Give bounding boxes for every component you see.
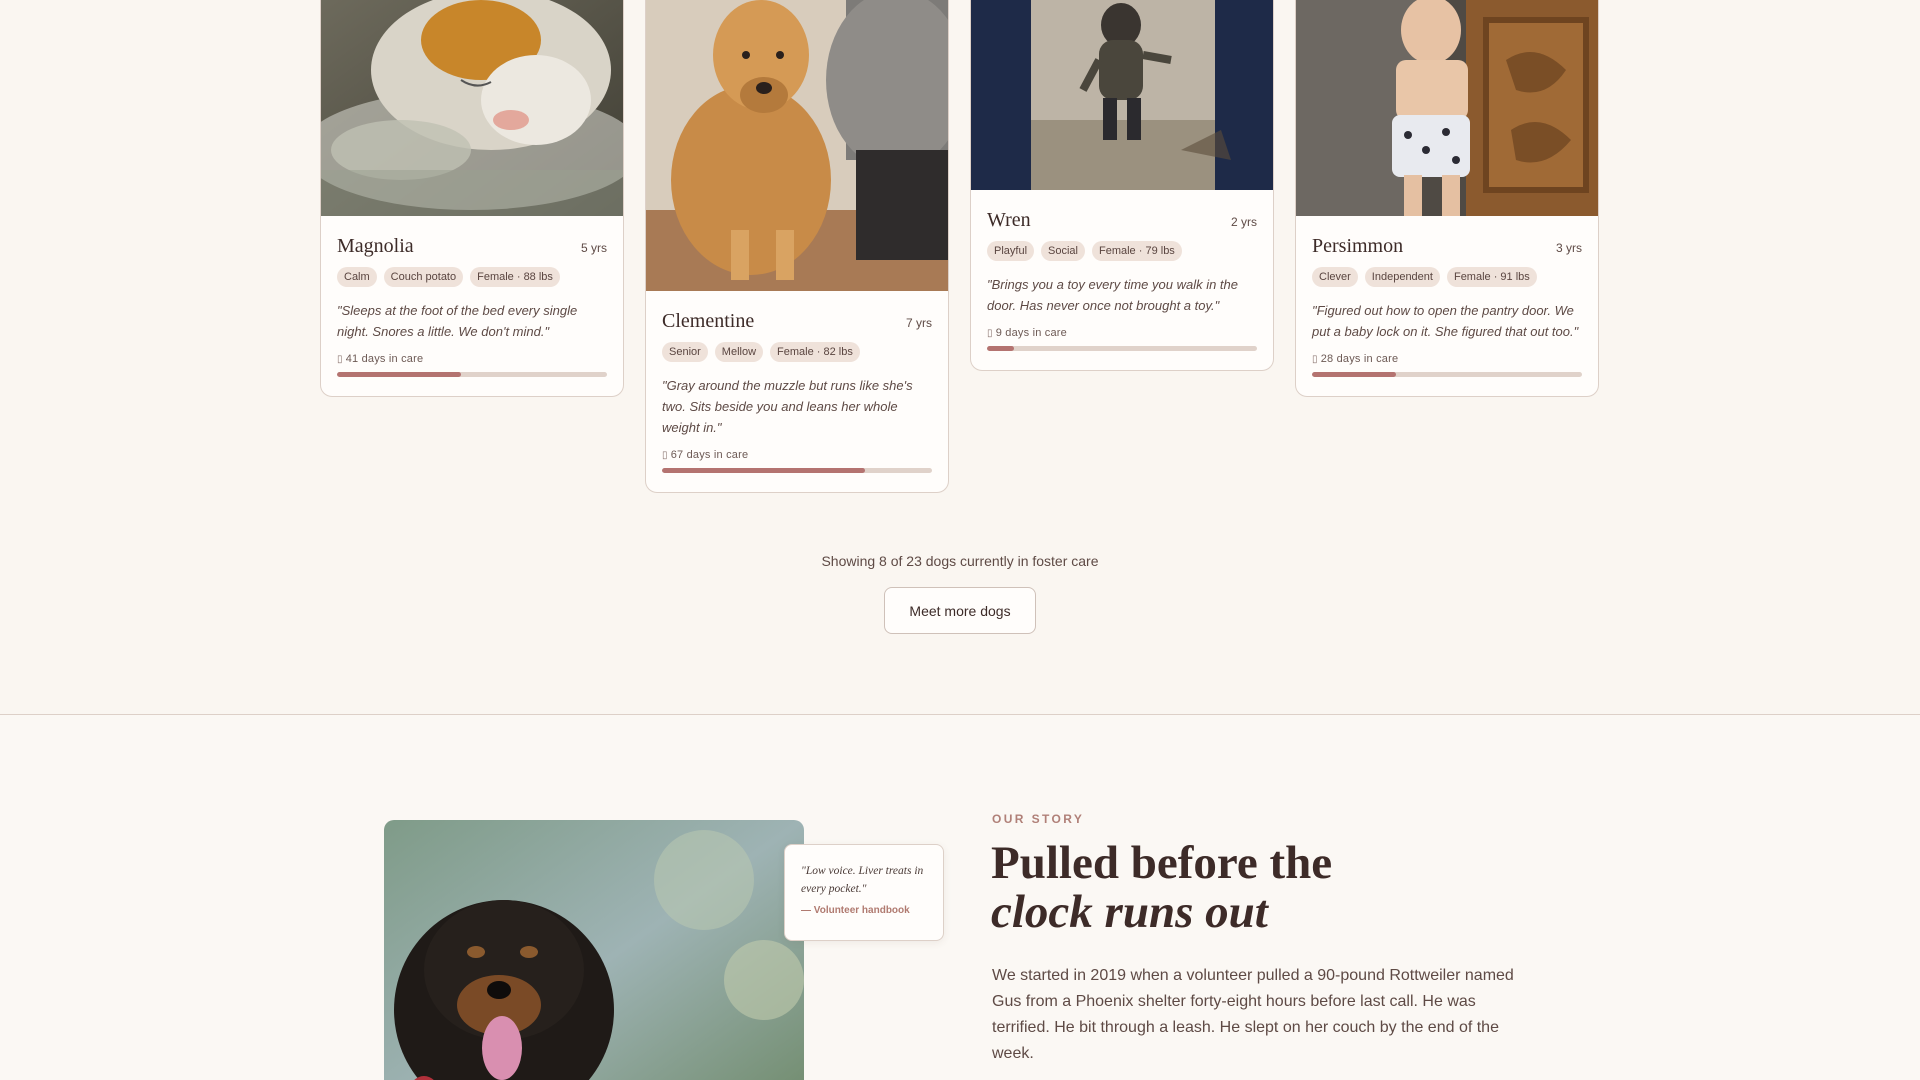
quote-text: "Low voice. Liver treats in every pocket… [801, 865, 924, 895]
dog-name: Clementine [662, 310, 755, 332]
story-title: Pulled before the clock runs out [991, 839, 1591, 937]
care-progress-fill [662, 468, 865, 473]
dog-age: 2 yrs [1230, 215, 1257, 229]
story-body: We started in 2019 when a volunteer pull… [992, 967, 1514, 1062]
care-progress-bar [1312, 372, 1582, 377]
dog-name: Wren [987, 209, 1031, 231]
dog-card-magnolia[interactable]: Magnolia 5 yrs Calm Couch potato Female … [320, 0, 624, 397]
dog-tags: Senior Mellow Female · 82 lbs [662, 342, 932, 362]
dog-card-wren[interactable]: Wren 2 yrs Playful Social Female · 79 lb… [970, 0, 1274, 371]
dog-card-persimmon[interactable]: Persimmon 3 yrs Clever Independent Femal… [1295, 0, 1599, 397]
dog-photo-clementine [646, 0, 948, 291]
care-duration: ▯ 41 days in care [337, 353, 607, 365]
dog-card-body: Wren 2 yrs Playful Social Female · 79 lb… [971, 190, 1273, 370]
section-eyebrow: OUR STORY [992, 812, 1085, 826]
care-duration: ▯ 67 days in care [662, 449, 932, 461]
dog-tags: Playful Social Female · 79 lbs [987, 241, 1257, 261]
care-progress-fill [1312, 372, 1396, 377]
listing-count: Showing 8 of 23 dogs currently in foster… [821, 553, 1099, 569]
tag: Senior [662, 342, 708, 362]
tag: Mellow [714, 342, 764, 362]
dog-quote: "Brings you a toy every time you walk in… [987, 277, 1239, 313]
tag: Playful [987, 241, 1035, 261]
care-progress-fill [987, 346, 1014, 351]
tag: Female · 91 lbs [1446, 267, 1537, 287]
tag: Female · 88 lbs [470, 267, 560, 287]
story-section [0, 715, 1920, 1080]
tag: Female · 79 lbs [1092, 241, 1182, 261]
calendar-icon: ▯ [662, 450, 668, 461]
dog-card-body: Persimmon 3 yrs Clever Independent Femal… [1296, 216, 1598, 396]
tag: Couch potato [383, 267, 464, 287]
story-title-line1: Pulled before the [991, 837, 1333, 889]
care-progress-bar [337, 372, 607, 377]
calendar-icon: ▯ [987, 328, 993, 339]
dog-card-body: Magnolia 5 yrs Calm Couch potato Female … [321, 216, 623, 396]
calendar-icon: ▯ [337, 354, 343, 365]
calendar-icon: ▯ [1312, 354, 1318, 365]
tag: Calm [337, 267, 377, 287]
meet-more-dogs-button[interactable]: Meet more dogs [884, 587, 1036, 634]
tag: Independent [1364, 267, 1440, 287]
care-progress-fill [337, 372, 462, 377]
dog-quote: "Gray around the muzzle but runs like sh… [662, 378, 913, 435]
dog-card-body: Clementine 7 yrs Senior Mellow Female · … [646, 291, 948, 492]
quote-attribution: — Volunteer handbook [801, 905, 910, 916]
dog-photo-persimmon [1296, 0, 1598, 216]
story-title-line2: clock runs out [991, 886, 1268, 938]
dog-name: Persimmon [1312, 235, 1404, 257]
care-duration: ▯ 9 days in care [987, 327, 1257, 339]
volunteer-quote-card: "Low voice. Liver treats in every pocket… [784, 844, 944, 941]
dog-age: 5 yrs [580, 241, 607, 255]
dog-name: Magnolia [337, 235, 414, 257]
dog-photo-magnolia [321, 0, 623, 216]
tag: Female · 82 lbs [770, 342, 860, 362]
dog-tags: Calm Couch potato Female · 88 lbs [337, 267, 607, 287]
care-label: 67 days in care [670, 449, 749, 461]
care-progress-bar [987, 346, 1257, 351]
dog-tags: Clever Independent Female · 91 lbs [1312, 267, 1582, 287]
dog-card-clementine[interactable]: Clementine 7 yrs Senior Mellow Female · … [645, 0, 949, 493]
dog-age: 7 yrs [905, 316, 932, 330]
dog-quote: "Figured out how to open the pantry door… [1312, 303, 1579, 339]
care-progress-bar [662, 468, 932, 473]
tag: Social [1041, 241, 1085, 261]
dog-quote: "Sleeps at the foot of the bed every sin… [337, 303, 578, 339]
tag: Clever [1312, 267, 1358, 287]
care-duration: ▯ 28 days in care [1312, 353, 1582, 365]
dog-age: 3 yrs [1555, 241, 1582, 255]
care-label: 9 days in care [995, 327, 1067, 339]
care-label: 41 days in care [345, 353, 424, 365]
care-label: 28 days in care [1320, 353, 1399, 365]
story-photo [384, 820, 804, 1080]
dog-photo-wren [971, 0, 1273, 190]
